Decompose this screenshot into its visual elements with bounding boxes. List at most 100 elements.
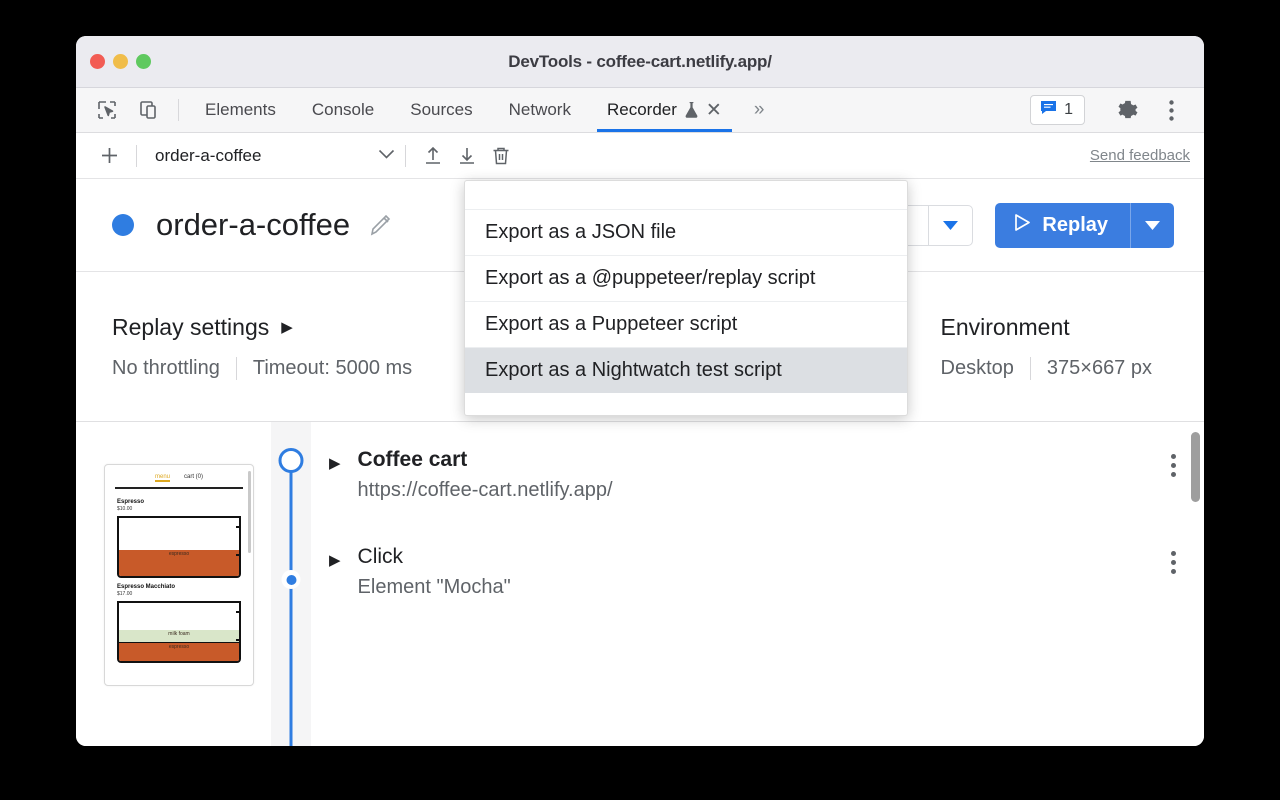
window-title: DevTools - coffee-cart.netlify.app/ [508, 51, 772, 71]
menu-item-label: Export as a @puppeteer/replay script [485, 267, 816, 289]
recording-name: order-a-coffee [155, 145, 262, 165]
tab-label: Sources [410, 100, 473, 119]
kebab-menu-icon[interactable] [1171, 448, 1176, 477]
flask-icon [684, 101, 699, 119]
menu-top-padding [465, 181, 907, 209]
steps-scrollbar[interactable] [1191, 432, 1200, 502]
replay-options-caret[interactable] [1130, 202, 1174, 248]
chevron-down-icon[interactable] [928, 205, 972, 245]
product-price: $17.00 [117, 591, 133, 597]
screenshot-column: menu cart (0) Espresso $10.00 espresso E… [76, 422, 271, 746]
window-titlebar: DevTools - coffee-cart.netlify.app/ [76, 36, 1204, 88]
menu-bottom-padding [465, 393, 907, 415]
step-title: Click [357, 545, 404, 568]
thumbnail-product-macchiato: Espresso Macchiato $17.00 milk foam espr… [105, 584, 253, 669]
cup-layer-foam: milk foam [119, 630, 239, 643]
chevron-down-icon [378, 147, 395, 165]
menu-item-label: Export as a Puppeteer script [485, 313, 738, 335]
timeline-step-node[interactable] [281, 570, 301, 589]
replay-settings-block: Replay settings ▶ No throttling Timeout:… [112, 314, 428, 380]
play-triangle-icon [1014, 213, 1031, 238]
issues-counter-button[interactable]: 1 [1030, 95, 1085, 125]
devtools-tabstrip: Elements Console Sources Network Recorde… [76, 88, 1204, 133]
thumbnail-nav-menu: menu [154, 474, 170, 482]
tab-label: Console [311, 100, 375, 119]
tab-sources[interactable]: Sources [392, 88, 490, 132]
step-title: Coffee cart [357, 448, 468, 471]
thumbnail-product-espresso: Espresso $10.00 espresso [105, 499, 253, 584]
toolbar-divider [178, 99, 179, 121]
environment-heading: Environment [940, 313, 1070, 340]
issues-count: 1 [1064, 101, 1073, 118]
export-dropdown-menu: Export as a JSON file Export as a @puppe… [464, 180, 908, 416]
replay-settings-values: No throttling Timeout: 5000 ms [112, 356, 428, 380]
viewport-value: 375×667 px [1046, 356, 1152, 379]
replay-button-main[interactable]: Replay [995, 203, 1130, 248]
menu-item-export-puppeteer-replay[interactable]: Export as a @puppeteer/replay script [465, 255, 907, 301]
menu-item-label: Export as a Nightwatch test script [485, 359, 782, 381]
replay-settings-toggle[interactable]: Replay settings ▶ [112, 314, 428, 341]
tab-console[interactable]: Console [294, 88, 392, 132]
panel-tabs: Elements Console Sources Network Recorde… [187, 88, 740, 132]
step-subtitle: Element "Mocha" [357, 576, 511, 598]
step-subtitle: https://coffee-cart.netlify.app/ [357, 479, 613, 501]
plus-icon[interactable] [92, 141, 126, 171]
menu-item-export-puppeteer[interactable]: Export as a Puppeteer script [465, 301, 907, 347]
thumbnail-divider [115, 487, 243, 489]
kebab-menu-icon[interactable] [1171, 545, 1176, 574]
steps-list: ▶ Coffee cart https://coffee-cart.netlif… [311, 422, 1204, 746]
tab-network[interactable]: Network [491, 88, 589, 132]
menu-item-export-json[interactable]: Export as a JSON file [465, 209, 907, 255]
tab-label: Network [508, 100, 571, 119]
device-toolbar-icon[interactable] [128, 88, 170, 132]
header-controls: Replay [883, 202, 1174, 248]
step-item-navigate[interactable]: ▶ Coffee cart https://coffee-cart.netlif… [329, 448, 1204, 502]
page-title: order-a-coffee [156, 207, 351, 242]
gear-icon[interactable] [1106, 99, 1148, 122]
pencil-edit-icon[interactable] [368, 212, 394, 238]
chevron-double-right-icon[interactable]: » [740, 88, 779, 132]
environment-block: Environment Desktop 375×667 px [941, 314, 1168, 380]
environment-values: Desktop 375×667 px [940, 356, 1168, 380]
tab-elements[interactable]: Elements [187, 88, 294, 132]
trash-icon[interactable] [484, 141, 518, 171]
device-value: Desktop [940, 356, 1014, 379]
timeline-line [289, 460, 293, 746]
cup-layer-espresso: espresso [119, 550, 239, 576]
product-name: Espresso Macchiato [117, 584, 176, 590]
page-screenshot-thumbnail[interactable]: menu cart (0) Espresso $10.00 espresso E… [104, 464, 254, 686]
export-download-icon[interactable] [450, 141, 484, 171]
kebab-menu-icon[interactable] [1150, 99, 1192, 121]
issues-message-icon [1040, 100, 1057, 120]
tab-label: Recorder [606, 100, 677, 119]
close-icon[interactable]: ✕ [706, 101, 722, 120]
step-text: Click Element "Mocha" [358, 545, 511, 599]
recorder-toolbar: order-a-coffee Send feedback [76, 133, 1204, 179]
steps-panel: menu cart (0) Espresso $10.00 espresso E… [76, 422, 1204, 746]
thumbnail-scrollbar [248, 471, 251, 553]
menu-item-label: Export as a JSON file [485, 221, 677, 243]
step-item-click[interactable]: ▶ Click Element "Mocha" [329, 545, 1204, 599]
recording-selector[interactable]: order-a-coffee [147, 146, 395, 166]
step-text: Coffee cart https://coffee-cart.netlify.… [358, 448, 613, 502]
product-price: $10.00 [117, 506, 133, 512]
coffee-cup-icon: espresso [117, 516, 241, 578]
thumbnail-nav-cart: cart (0) [184, 474, 204, 480]
import-upload-icon[interactable] [416, 141, 450, 171]
product-name: Espresso [117, 499, 145, 505]
timeout-value: Timeout: 5000 ms [252, 356, 413, 379]
toolbar-divider [136, 144, 137, 167]
send-feedback-link[interactable]: Send feedback [1090, 147, 1190, 164]
tab-recorder[interactable]: Recorder ✕ [589, 88, 740, 132]
recording-status-dot [112, 214, 134, 236]
tabstrip-right-controls: 1 [1030, 88, 1204, 132]
timeline-start-node[interactable] [278, 448, 304, 473]
toolbar-divider [405, 144, 406, 167]
cup-layer-espresso: espresso [119, 643, 239, 661]
replay-button[interactable]: Replay [995, 202, 1174, 248]
inspect-element-icon[interactable] [86, 88, 128, 132]
triangle-right-icon[interactable]: ▶ [329, 549, 341, 573]
menu-item-export-nightwatch[interactable]: Export as a Nightwatch test script [465, 347, 907, 393]
environment-label: Environment [941, 314, 1168, 341]
triangle-right-icon[interactable]: ▶ [329, 452, 341, 476]
